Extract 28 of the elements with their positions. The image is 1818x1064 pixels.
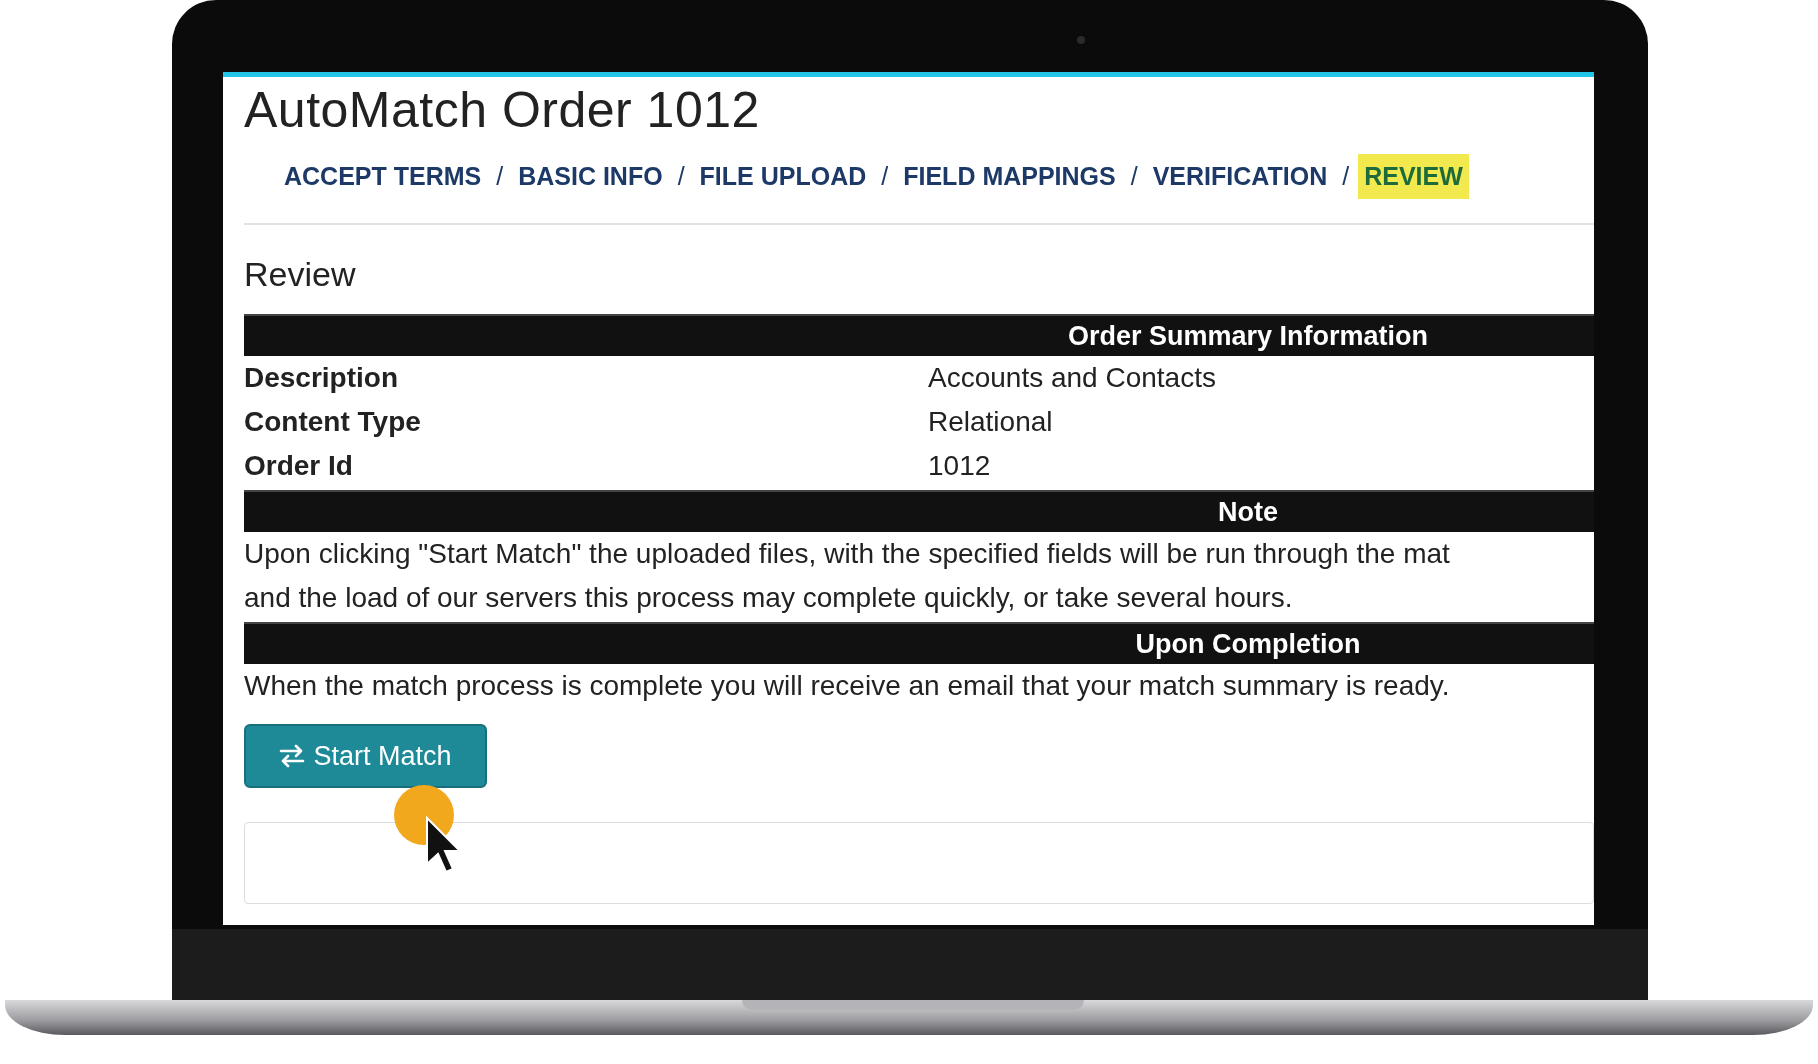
breadcrumb-separator: / <box>881 161 889 191</box>
completion-text: When the match process is complete you will receive an email that your match summary is ready. <box>244 669 1451 703</box>
breadcrumb-step[interactable]: REVIEW <box>1358 153 1469 199</box>
section-heading: Review <box>244 255 357 294</box>
breadcrumb-separator: / <box>1342 161 1350 191</box>
page-title: AutoMatch Order 1012 <box>244 81 761 139</box>
swap-arrows-icon <box>279 744 306 768</box>
camera-icon <box>1077 36 1085 44</box>
table-header: Note <box>244 490 1594 532</box>
breadcrumb-step[interactable]: FIELD MAPPINGS <box>897 153 1122 199</box>
field-label: Content Type <box>244 405 422 439</box>
breadcrumb-step[interactable]: VERIFICATION <box>1146 153 1334 199</box>
breadcrumb-separator: / <box>1130 161 1138 191</box>
note-text: and the load of our servers this process may complete quickly, or take several hours. <box>244 581 1294 615</box>
note-text: Upon clicking "Start Match" the uploaded files, with the specified fields will be run through the mat <box>244 537 1451 571</box>
field-label: Description <box>244 361 400 395</box>
field-value: Accounts and Contacts <box>928 361 1216 395</box>
breadcrumb-separator: / <box>677 161 685 191</box>
breadcrumb-step[interactable]: FILE UPLOAD <box>693 153 873 199</box>
breadcrumb-separator: / <box>496 161 504 191</box>
table-header: Upon Completion <box>244 622 1594 664</box>
field-value: 1012 <box>928 449 991 483</box>
field-value: Relational <box>928 405 1053 439</box>
breadcrumb-step[interactable]: BASIC INFO <box>512 153 669 199</box>
start-match-button[interactable]: Start Match <box>244 724 487 788</box>
breadcrumb-step[interactable]: ACCEPT TERMS <box>278 153 488 199</box>
table-header: Order Summary Information <box>244 314 1594 356</box>
field-label: Order Id <box>244 449 354 483</box>
